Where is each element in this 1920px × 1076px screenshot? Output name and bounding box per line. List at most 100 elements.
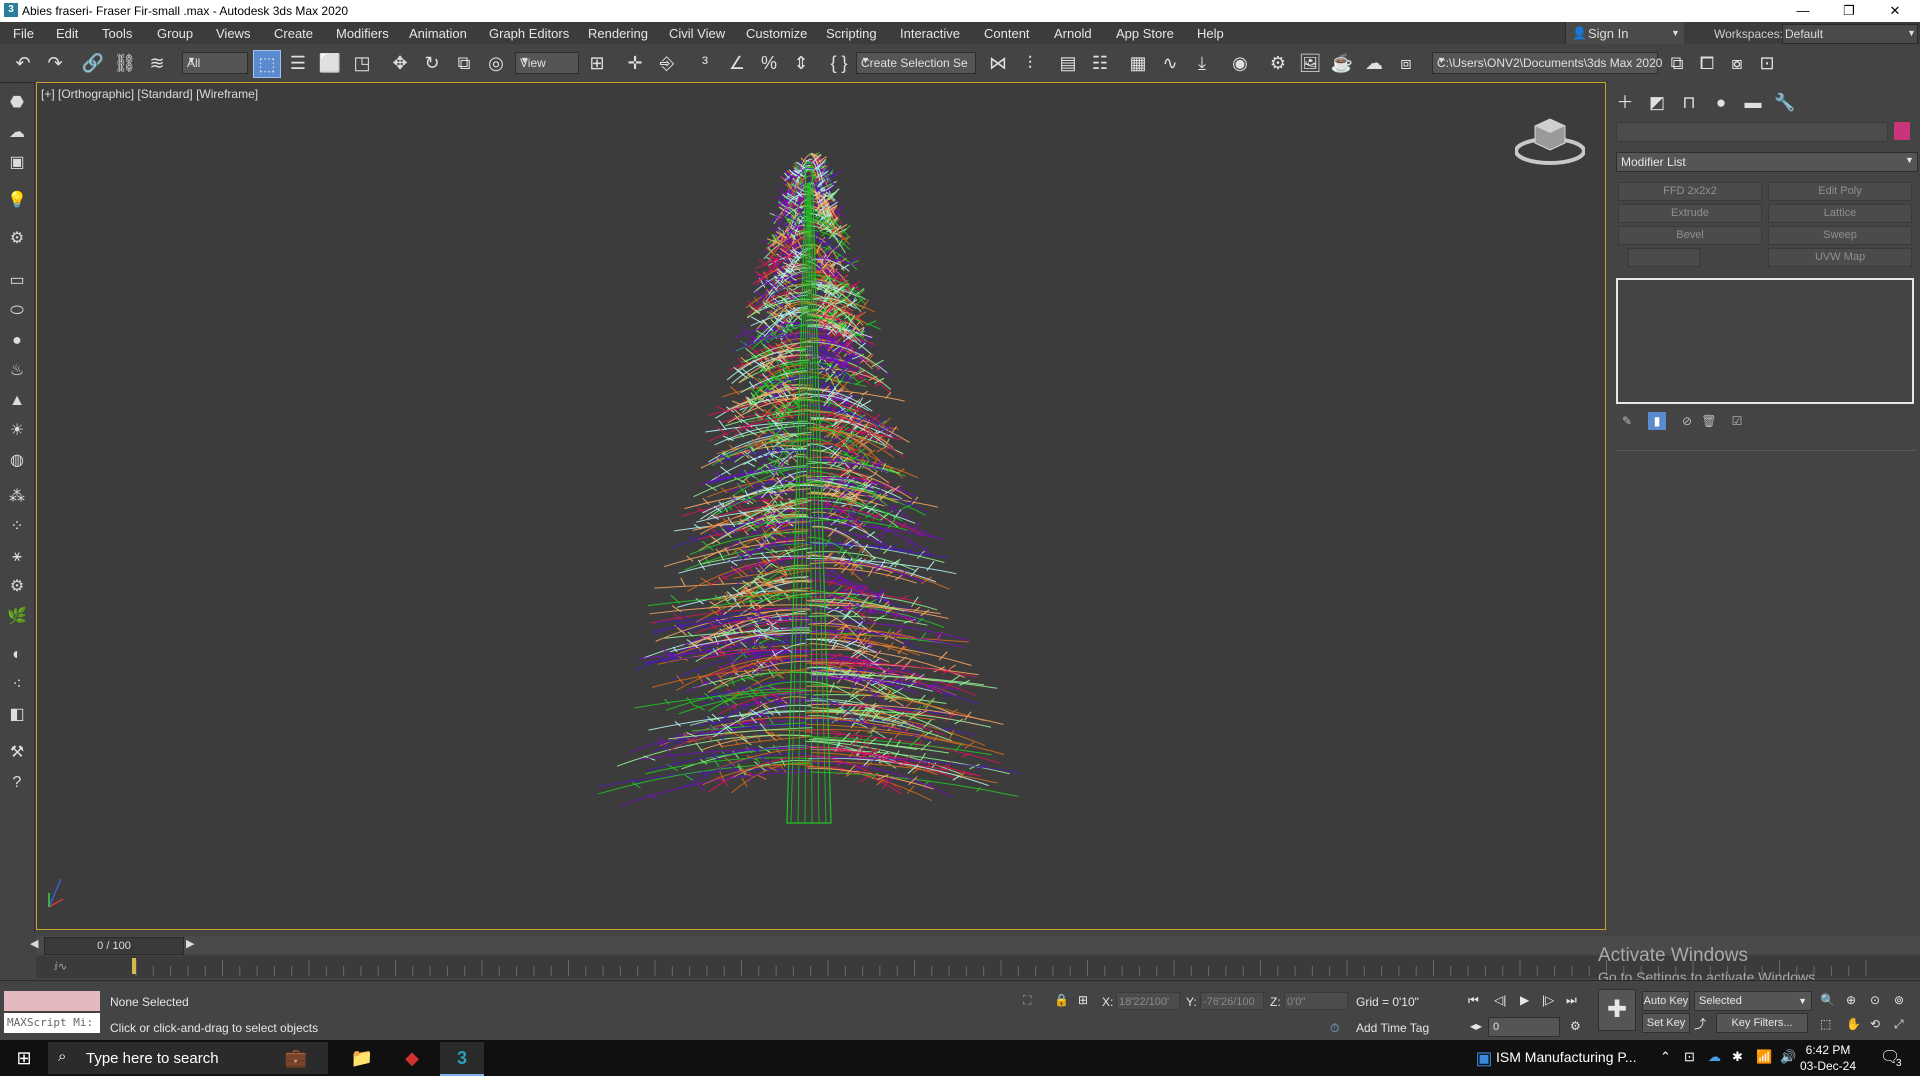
schematic-view-icon[interactable]: ⤓ bbox=[1189, 50, 1215, 76]
3dsmax-taskbar-icon[interactable]: 3 bbox=[440, 1042, 484, 1076]
current-frame-field[interactable]: 0 bbox=[1488, 1017, 1560, 1037]
object-name-field[interactable] bbox=[1616, 122, 1888, 142]
add-time-tag-button[interactable]: Add Time Tag bbox=[1356, 1021, 1429, 1035]
render-in-cloud-icon[interactable]: ☁ bbox=[1361, 50, 1387, 76]
render-shortcuts-icon[interactable]: ⧈ bbox=[1393, 50, 1419, 76]
spinner-snap-icon[interactable]: ⇕ bbox=[788, 50, 814, 76]
named-selection-set-dropdown[interactable]: Create Selection Se ▼ bbox=[856, 52, 976, 74]
menu-rendering[interactable]: Rendering bbox=[588, 26, 648, 41]
toggle-ribbon-icon[interactable]: ▦ bbox=[1125, 50, 1151, 76]
project-folder-dropdown[interactable]: C:\Users\ONV2\Documents\3ds Max 2020 ▼ bbox=[1432, 52, 1662, 74]
selection-lock-icon[interactable]: 🔒 bbox=[1054, 993, 1069, 1007]
volume-icon[interactable]: 🔊 bbox=[1780, 1049, 1796, 1065]
menu-interactive[interactable]: Interactive bbox=[900, 26, 960, 41]
remove-modifier-icon[interactable]: 🗑 bbox=[1700, 412, 1718, 430]
prev-frame-icon[interactable]: ◀ bbox=[30, 937, 38, 950]
menu-views[interactable]: Views bbox=[216, 26, 250, 41]
bind-space-warp-icon[interactable]: ≋ bbox=[144, 50, 170, 76]
render-icon[interactable]: ◧ bbox=[5, 703, 29, 727]
select-object-icon[interactable]: ⬚ bbox=[253, 50, 281, 78]
maximize-button[interactable]: ❐ bbox=[1826, 0, 1872, 22]
key-filters-button[interactable]: Key Filters... bbox=[1716, 1013, 1808, 1033]
workspaces-dropdown[interactable]: Default ▼ bbox=[1782, 24, 1918, 44]
modifier-button-lattice[interactable]: Lattice bbox=[1768, 204, 1912, 223]
select-and-place-icon[interactable]: ◎ bbox=[483, 50, 509, 76]
sphere-icon[interactable]: ● bbox=[5, 329, 29, 353]
taskbar-app-label[interactable]: ISM Manufacturing P... bbox=[1496, 1049, 1637, 1065]
taskbar-clock[interactable]: 6:42 PM 03-Dec-24 bbox=[1800, 1042, 1856, 1074]
torus-icon[interactable]: ◍ bbox=[5, 449, 29, 473]
utilities-tab-icon[interactable]: 🔧 bbox=[1772, 90, 1798, 116]
modifier-button-ffd[interactable]: FFD 2x2x2 bbox=[1618, 182, 1762, 201]
time-tag-icon[interactable]: ⏱ bbox=[1330, 1021, 1339, 1036]
configure-modifier-sets-icon[interactable]: ☑ bbox=[1728, 412, 1746, 430]
plant-icon[interactable]: 🌿 bbox=[5, 605, 29, 629]
project-new-icon[interactable]: ⧠ bbox=[1694, 50, 1720, 76]
modify-tab-icon[interactable]: ◩ bbox=[1644, 90, 1670, 116]
y-coordinate-field[interactable]: -76'26/100 bbox=[1200, 992, 1264, 1010]
menu-arnold[interactable]: Arnold bbox=[1054, 26, 1092, 41]
menu-help[interactable]: Help bbox=[1197, 26, 1224, 41]
render-setup-icon[interactable]: ⚙ bbox=[1265, 50, 1291, 76]
menu-create[interactable]: Create bbox=[274, 26, 313, 41]
modifier-button-extrude[interactable]: Extrude bbox=[1618, 204, 1762, 223]
modifier-button-empty[interactable] bbox=[1628, 248, 1700, 267]
object-color-swatch[interactable] bbox=[1894, 122, 1910, 140]
onedrive-icon[interactable]: ☁ bbox=[1708, 1049, 1721, 1065]
modifier-button-sweep[interactable]: Sweep bbox=[1768, 226, 1912, 245]
rectangular-selection-icon[interactable]: ⬜ bbox=[317, 50, 343, 76]
file-explorer-icon[interactable]: 📁 bbox=[340, 1042, 384, 1074]
mirror-icon[interactable]: ⋈ bbox=[985, 50, 1011, 76]
teapot-icon[interactable]: ♨ bbox=[5, 359, 29, 383]
maximize-viewport-icon[interactable]: ⤢ bbox=[1894, 1017, 1904, 1032]
go-to-start-icon[interactable]: ⏮ bbox=[1468, 993, 1479, 1008]
select-and-rotate-icon[interactable]: ↻ bbox=[419, 50, 445, 76]
maxscript-listener-swatch[interactable] bbox=[4, 991, 100, 1011]
snaps-toggle-icon[interactable]: ³ bbox=[692, 50, 718, 76]
layers-icon[interactable]: ▣ bbox=[5, 151, 29, 175]
play-icon[interactable]: ▶ bbox=[1520, 993, 1529, 1007]
menu-app-store[interactable]: App Store bbox=[1116, 26, 1174, 41]
sign-in-dropdown[interactable]: 👤 Sign In ▼ bbox=[1565, 22, 1684, 44]
time-configuration-icon[interactable]: ⚙ bbox=[1570, 1019, 1581, 1033]
menu-file[interactable]: File bbox=[13, 26, 34, 41]
window-crossing-icon[interactable]: ◳ bbox=[349, 50, 375, 76]
briefcase-app-icon[interactable]: 💼 bbox=[274, 1042, 318, 1074]
modifier-button-bevel[interactable]: Bevel bbox=[1618, 226, 1762, 245]
select-and-scale-icon[interactable]: ⧉ bbox=[451, 50, 477, 76]
light-bulb-icon[interactable]: 💡 bbox=[5, 189, 29, 213]
select-and-move-icon[interactable]: ✥ bbox=[387, 50, 413, 76]
helper-icon[interactable]: ⚙ bbox=[5, 227, 29, 251]
cloud-icon[interactable]: ☁ bbox=[5, 121, 29, 145]
pin-stack-icon[interactable]: ✎ bbox=[1618, 412, 1636, 430]
close-button[interactable]: ✕ bbox=[1872, 0, 1918, 22]
menu-scripting[interactable]: Scripting bbox=[826, 26, 877, 41]
set-key-large-icon[interactable]: ✚ bbox=[1598, 989, 1636, 1031]
unlink-icon[interactable]: ⛓ bbox=[112, 50, 138, 76]
viewport-orthographic[interactable]: [+] [Orthographic] [Standard] [Wireframe… bbox=[36, 82, 1606, 930]
cone-icon[interactable]: ▲ bbox=[5, 389, 29, 413]
field-of-view-icon[interactable]: ⬚ bbox=[1820, 1017, 1831, 1031]
rendered-frame-window-icon[interactable]: 🖼 bbox=[1297, 50, 1323, 76]
modifier-stack-list[interactable] bbox=[1616, 278, 1914, 404]
align-icon[interactable]: ⫶ bbox=[1017, 50, 1043, 76]
zoom-extents-all-icon[interactable]: ⊚ bbox=[1894, 993, 1904, 1007]
menu-group[interactable]: Group bbox=[157, 26, 193, 41]
redo-icon[interactable]: ↷ bbox=[42, 50, 68, 76]
x-coordinate-field[interactable]: 18'22/100' bbox=[1116, 992, 1180, 1010]
zoom-extents-icon[interactable]: ⊙ bbox=[1870, 993, 1880, 1007]
render-production-icon[interactable]: ☕ bbox=[1329, 50, 1355, 76]
percent-snap-icon[interactable]: % bbox=[756, 50, 782, 76]
reference-coordinate-dropdown[interactable]: View ▼ bbox=[515, 52, 579, 74]
next-frame-icon[interactable]: ▶ bbox=[186, 937, 194, 950]
project-set-icon[interactable]: ⊡ bbox=[1754, 50, 1780, 76]
key-mode-dropdown[interactable]: Selected ▼ bbox=[1694, 991, 1812, 1011]
bones-icon[interactable]: ⚹ bbox=[5, 545, 29, 569]
pan-icon[interactable]: ✋ bbox=[1846, 1017, 1861, 1031]
edit-named-selection-icon[interactable]: { } bbox=[826, 50, 852, 76]
manipulate-icon[interactable]: ✛ bbox=[622, 50, 648, 76]
z-coordinate-field[interactable]: 0'0" bbox=[1284, 992, 1348, 1010]
project-open-icon[interactable]: ⧇ bbox=[1724, 50, 1750, 76]
undo-icon[interactable]: ↶ bbox=[10, 50, 36, 76]
time-config-arrows-icon[interactable]: ◂▸ bbox=[1470, 1019, 1482, 1033]
